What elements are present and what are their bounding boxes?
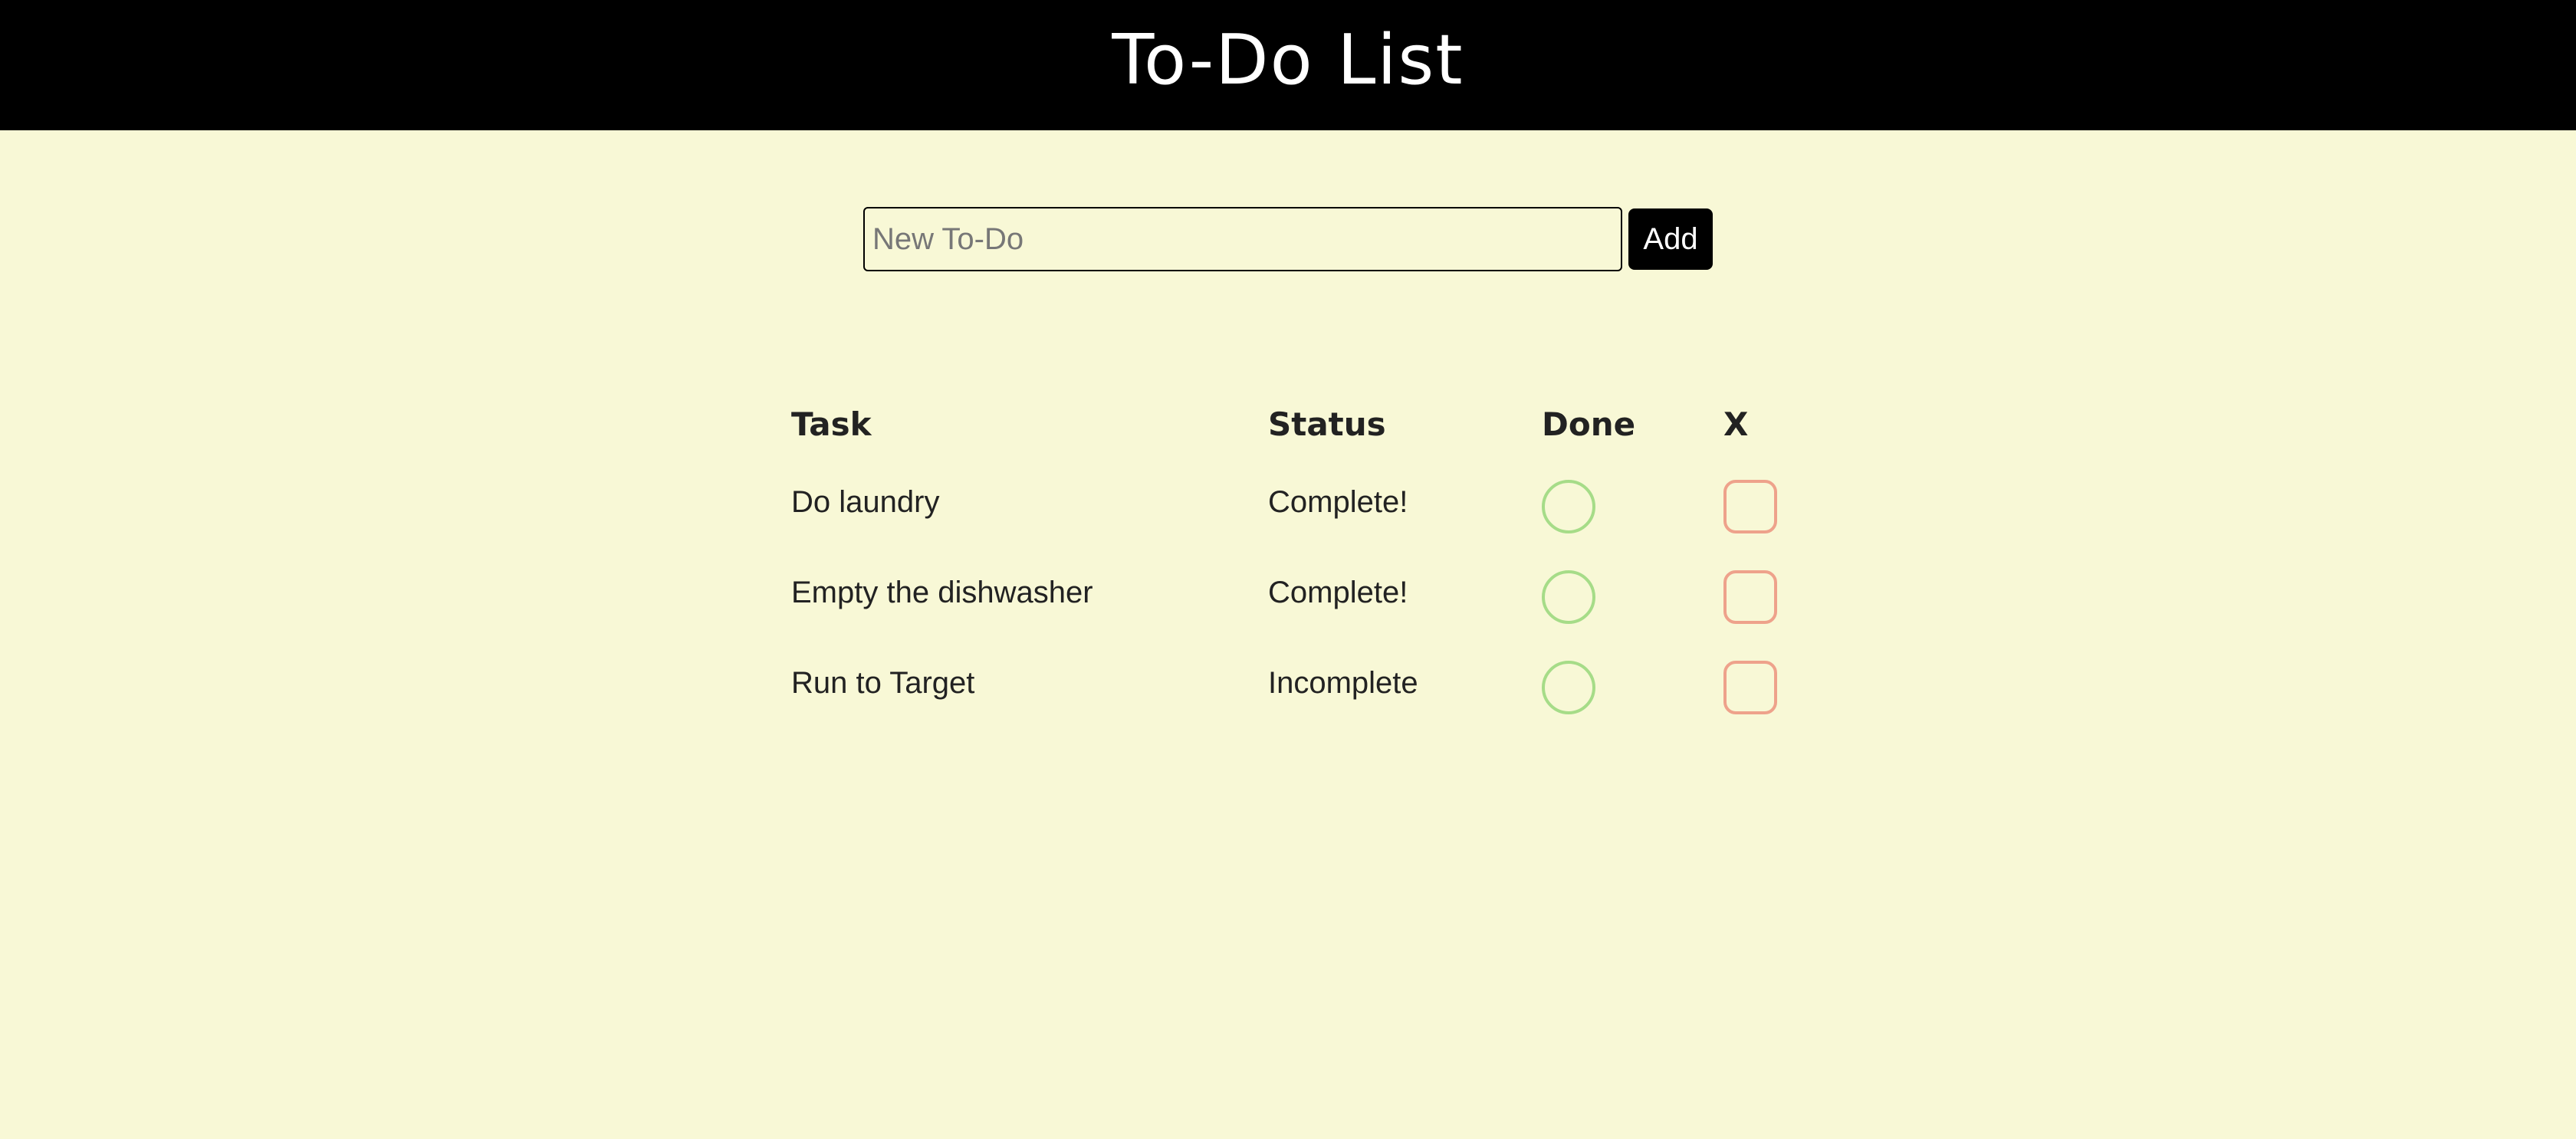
done-toggle[interactable] xyxy=(1542,661,1595,714)
done-cell xyxy=(1533,457,1714,547)
table-row: Empty the dishwasher Complete! xyxy=(782,547,1800,638)
app-header: To-Do List xyxy=(0,0,2576,130)
task-cell: Empty the dishwasher xyxy=(782,547,1259,638)
column-header-task: Task xyxy=(791,405,872,443)
delete-cell xyxy=(1714,457,1800,547)
table-header-row: Task Status Done X xyxy=(782,391,1800,457)
page-title: To-Do List xyxy=(1112,19,1464,100)
column-header-status: Status xyxy=(1268,405,1386,443)
delete-cell xyxy=(1714,547,1800,638)
done-toggle[interactable] xyxy=(1542,570,1595,624)
status-cell: Complete! xyxy=(1259,547,1533,638)
add-todo-form: Add xyxy=(863,207,1713,271)
status-cell: Complete! xyxy=(1259,457,1533,547)
delete-button[interactable] xyxy=(1723,480,1777,533)
new-todo-input[interactable] xyxy=(863,207,1622,271)
table-row: Run to Target Incomplete xyxy=(782,638,1800,728)
task-name: Do laundry xyxy=(791,484,940,519)
task-status: Incomplete xyxy=(1268,665,1418,700)
column-header-delete: X xyxy=(1723,405,1749,443)
task-cell: Run to Target xyxy=(782,638,1259,728)
task-cell: Do laundry xyxy=(782,457,1259,547)
task-name: Empty the dishwasher xyxy=(791,575,1093,609)
done-cell xyxy=(1533,547,1714,638)
done-cell xyxy=(1533,638,1714,728)
todo-table: Task Status Done X Do laundry Complete! … xyxy=(782,391,1800,728)
task-status: Complete! xyxy=(1268,575,1408,609)
done-toggle[interactable] xyxy=(1542,480,1595,533)
add-button[interactable]: Add xyxy=(1628,208,1713,270)
delete-button[interactable] xyxy=(1723,661,1777,714)
table-row: Do laundry Complete! xyxy=(782,457,1800,547)
column-header-done: Done xyxy=(1542,405,1636,443)
delete-button[interactable] xyxy=(1723,570,1777,624)
status-cell: Incomplete xyxy=(1259,638,1533,728)
task-status: Complete! xyxy=(1268,484,1408,519)
task-name: Run to Target xyxy=(791,665,975,700)
delete-cell xyxy=(1714,638,1800,728)
